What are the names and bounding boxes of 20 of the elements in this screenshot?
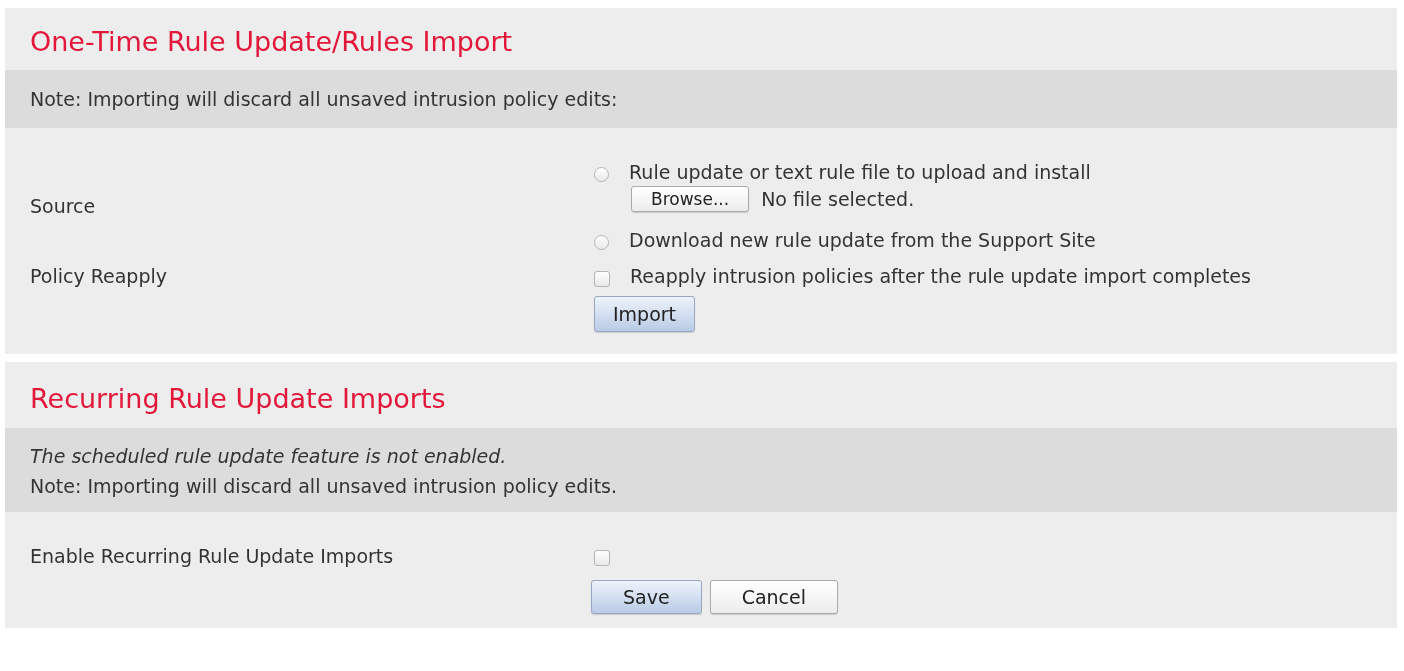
section-title: One-Time Rule Update/Rules Import	[29, 25, 514, 59]
form-button[interactable]: Cancel	[709, 580, 838, 614]
file-status: No file selected.	[761, 187, 915, 211]
option-label: Reapply intrusion policies after the rule update import completes	[630, 264, 1251, 288]
browse-button[interactable]: Browse...	[631, 186, 750, 212]
note-text: The scheduled rule update feature is not enabled.	[30, 444, 508, 468]
form-button[interactable]: Save	[591, 580, 702, 614]
field-label: Source	[30, 194, 96, 218]
checkbox[interactable]	[594, 271, 610, 287]
option-label: Download new rule update from the Support Site	[629, 228, 1096, 252]
field-label: Policy Reapply	[30, 265, 168, 287]
field-label: Enable Recurring Rule Update Imports	[30, 545, 394, 567]
section-title: Recurring Rule Update Imports	[29, 382, 447, 416]
radio-button[interactable]	[594, 234, 609, 250]
note-text: Note: Importing will discard all unsaved intrusion policy edits.	[30, 474, 618, 498]
radio-button[interactable]	[594, 166, 609, 182]
note-text: Note: Importing will discard all unsaved intrusion policy edits:	[30, 87, 619, 111]
checkbox[interactable]	[594, 550, 610, 566]
import-button[interactable]: Import	[594, 296, 696, 332]
option-label: Rule update or text rule file to upload and install	[629, 160, 1091, 184]
